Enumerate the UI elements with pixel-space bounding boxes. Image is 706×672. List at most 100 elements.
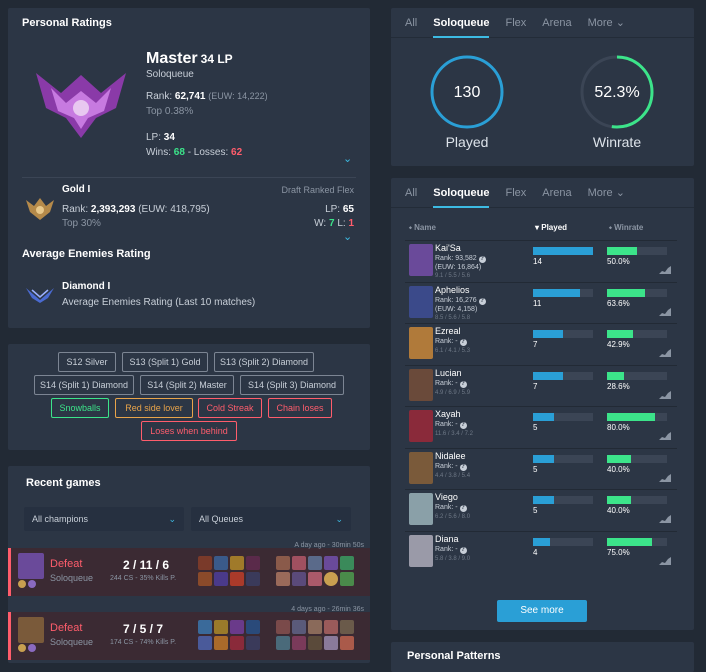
winrate-bar-track xyxy=(607,330,667,338)
played-bar-track xyxy=(533,413,593,421)
winrate-bar xyxy=(607,537,652,546)
personal-ratings-card: Personal Ratings Master 34 LP Soloqueue … xyxy=(8,8,370,328)
played-bar xyxy=(533,247,593,255)
champion-name: Aphelios xyxy=(435,284,470,295)
badges-card: S12 Silver S13 (Split 1) Gold S13 (Split… xyxy=(8,344,370,450)
played-bar-track xyxy=(533,454,593,463)
flex-expand-chevron-icon[interactable]: ⌄ xyxy=(343,230,352,243)
badge[interactable]: Red side lover xyxy=(115,398,193,418)
tab-arena[interactable]: Arena xyxy=(542,178,571,208)
badge[interactable]: Chain loses xyxy=(268,398,332,418)
trend-icon[interactable] xyxy=(659,473,671,482)
tab-all[interactable]: All xyxy=(405,8,417,38)
champion-avatar xyxy=(18,553,44,579)
solo-expand-chevron-icon[interactable]: ⌄ xyxy=(343,152,352,165)
champion-row[interactable]: Aphelios Rank: 16,276 ? (EUW: 4,158) 8.5 / … xyxy=(405,281,677,322)
tab-soloqueue[interactable]: Soloqueue xyxy=(433,178,490,208)
trend-icon[interactable] xyxy=(659,307,671,316)
champion-select[interactable]: All champions ⌄ xyxy=(24,507,184,531)
summary-card: All Soloqueue Flex Arena More ⌄ 130 Play… xyxy=(391,8,694,166)
badge[interactable]: S14 (Split 2) Master xyxy=(140,375,234,395)
badge[interactable]: S12 Silver xyxy=(58,352,116,372)
champion-rank: Rank: 16,276 ? xyxy=(435,296,486,305)
help-icon: ? xyxy=(459,505,467,512)
badge[interactable]: S13 (Split 1) Gold xyxy=(122,352,208,372)
badge[interactable]: S14 (Split 3) Diamond xyxy=(240,375,344,395)
diamond-emblem-icon xyxy=(26,288,54,303)
winrate-bar-track xyxy=(607,496,667,504)
champion-row[interactable]: Lucian Rank: - ? 4.9 / 6.9 / 5.9 7 28.6% xyxy=(405,364,677,405)
winrate-value: 63.6% xyxy=(607,298,630,308)
badge[interactable]: S14 (Split 1) Diamond xyxy=(34,375,134,395)
solo-rank: Rank: 62,741 (EUW: 14,222) xyxy=(146,91,268,102)
tab-flex[interactable]: Flex xyxy=(505,178,526,208)
champion-rank-euw: (EUW: 4,158) xyxy=(435,305,478,313)
champion-row[interactable]: Viego Rank: - ? 6.2 / 5.6 / 8.0 5 40.0% xyxy=(405,489,677,529)
played-bar xyxy=(533,330,563,338)
champion-name: Viego xyxy=(435,492,458,502)
column-header-played[interactable]: ▾ Played xyxy=(535,223,567,232)
played-count: 7 xyxy=(533,340,538,349)
played-bar xyxy=(533,454,555,463)
champion-name: Ezreal xyxy=(435,326,461,336)
winrate-value: 40.0% xyxy=(607,464,630,474)
played-label: Played xyxy=(445,134,489,150)
trend-icon[interactable] xyxy=(659,266,671,274)
played-count: 5 xyxy=(533,464,538,474)
played-count: 7 xyxy=(533,381,538,391)
see-more-button[interactable]: See more xyxy=(497,600,587,622)
badge[interactable]: Loses when behind xyxy=(141,421,237,441)
played-count: 4 xyxy=(533,547,538,557)
column-header-name[interactable]: ⬩ Name xyxy=(409,223,436,233)
winrate-bar-track xyxy=(607,454,667,463)
champion-row[interactable]: Ezreal Rank: - ? 6.1 / 4.1 / 5.3 7 42.9% xyxy=(405,323,677,363)
tab-all[interactable]: All xyxy=(405,178,417,208)
champion-avatar xyxy=(409,534,433,567)
champion-rank: Rank: - ? xyxy=(435,379,467,388)
solo-queue: Soloqueue xyxy=(146,69,194,80)
tab-arena[interactable]: Arena xyxy=(542,8,571,38)
badge[interactable]: Snowballs xyxy=(51,398,109,418)
column-header-winrate[interactable]: ⬩ Winrate xyxy=(609,223,643,233)
champion-row[interactable]: Xayah Rank: - ? 11.6 / 3.4 / 7.2 5 80.0% xyxy=(405,406,677,446)
tab-flex[interactable]: Flex xyxy=(505,8,526,38)
played-bar-track xyxy=(533,247,593,255)
game-kda: 7 / 5 / 7 xyxy=(123,622,164,636)
trend-icon[interactable] xyxy=(659,390,671,399)
trend-icon[interactable] xyxy=(659,349,671,357)
winrate-bar xyxy=(607,330,633,338)
winrate-bar xyxy=(607,288,646,297)
game-cs: 244 CS - 35% Kills P. xyxy=(110,575,177,582)
divider xyxy=(22,177,356,178)
solo-tier: Master 34 LP xyxy=(146,50,233,67)
game-queue: Soloqueue xyxy=(50,637,94,647)
played-count: 5 xyxy=(533,423,538,432)
played-bar-track xyxy=(533,537,593,546)
queue-select[interactable]: All Queues ⌄ xyxy=(191,507,351,531)
winrate-value: 80.0% xyxy=(607,423,630,432)
flex-queue: Draft Ranked Flex xyxy=(281,185,354,195)
flex-tier: Gold I xyxy=(62,184,91,195)
champion-rank: Rank: - ? xyxy=(435,462,467,471)
avg-enemies-title: Average Enemies Rating xyxy=(22,248,151,260)
champion-name: Nidalee xyxy=(435,450,466,461)
master-emblem-icon xyxy=(36,73,126,138)
trend-icon[interactable] xyxy=(659,556,671,565)
winrate-bar xyxy=(607,496,631,504)
badge[interactable]: S13 (Split 2) Diamond xyxy=(214,352,314,372)
tab-soloqueue[interactable]: Soloqueue xyxy=(433,8,490,38)
champion-row[interactable]: Nidalee Rank: - ? 4.4 / 3.8 / 5.4 5 40.0% xyxy=(405,447,677,488)
winrate-value: 75.0% xyxy=(607,547,630,557)
tab-more[interactable]: More ⌄ xyxy=(588,178,625,208)
champion-row[interactable]: Diana Rank: - ? 5.8 / 3.8 / 9.0 4 75.0% xyxy=(405,530,677,571)
game-row[interactable]: Defeat Soloqueue 2 / 11 / 6 244 CS - 35%… xyxy=(8,542,370,596)
trend-icon[interactable] xyxy=(659,432,671,440)
tab-more[interactable]: More ⌄ xyxy=(588,8,625,38)
chevron-down-icon: ⌄ xyxy=(168,514,176,524)
avg-desc: Average Enemies Rating (Last 10 matches) xyxy=(62,297,256,308)
champion-kda: 4.9 / 6.9 / 5.9 xyxy=(435,389,471,396)
champion-row[interactable]: Kai'Sa Rank: 93,582 ? (EUW: 16,864) 9.1 / 5… xyxy=(405,240,677,280)
trend-icon[interactable] xyxy=(659,515,671,523)
game-row[interactable]: Defeat Soloqueue 7 / 5 / 7 174 CS - 74% … xyxy=(8,606,370,660)
badge[interactable]: Cold Streak xyxy=(198,398,262,418)
